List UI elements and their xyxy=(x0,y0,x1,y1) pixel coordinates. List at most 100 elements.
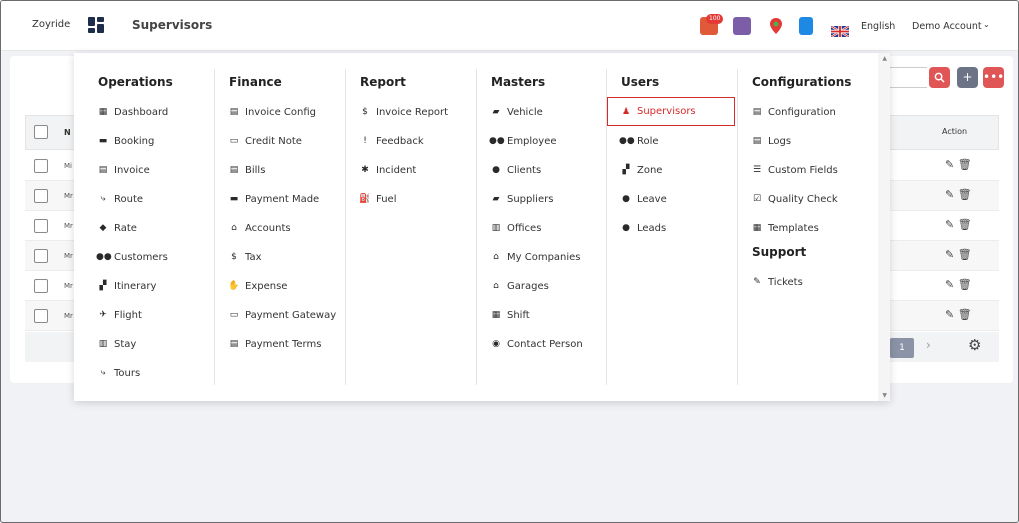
edit-delete-icons[interactable]: ✎ 🗑 xyxy=(945,308,972,321)
row-name-cell: Mr xyxy=(64,282,73,290)
menu-item-payment-made[interactable]: ▬ Payment Made xyxy=(227,188,319,210)
edit-delete-icons[interactable]: ✎ 🗑 xyxy=(945,278,972,291)
money-bag-icon: $ xyxy=(231,252,237,262)
menu-item-employee[interactable]: ●● Employee xyxy=(489,130,557,152)
map-icon: ▞ xyxy=(99,281,107,291)
menu-heading-operations: Operations xyxy=(98,75,173,89)
brand-name[interactable]: Zoyride xyxy=(32,19,70,30)
chevron-right-icon[interactable]: › xyxy=(926,338,931,352)
search-icon xyxy=(934,72,945,83)
map-icon: ▞ xyxy=(622,165,630,175)
menu-item-suppliers[interactable]: ▰ Suppliers xyxy=(489,188,554,210)
apps-grid-icon[interactable] xyxy=(88,17,104,33)
menu-item-rate[interactable]: ◆ Rate xyxy=(96,217,137,239)
menu-item-feedback[interactable]: ! Feedback xyxy=(358,130,423,152)
menu-item-logs[interactable]: ▤ Logs xyxy=(750,130,791,152)
menu-heading-masters: Masters xyxy=(491,75,546,89)
menu-item-my-companies[interactable]: ⌂ My Companies xyxy=(489,246,580,268)
menu-item-shift[interactable]: ▦ Shift xyxy=(489,304,530,326)
menu-item-leave[interactable]: ● Leave xyxy=(619,188,667,210)
menu-item-tickets[interactable]: ✎ Tickets xyxy=(750,271,803,293)
menu-item-zone[interactable]: ▞ Zone xyxy=(619,159,663,181)
menu-item-role[interactable]: ●● Role xyxy=(619,130,659,152)
more-options-button[interactable]: ••• xyxy=(983,67,1004,88)
menu-item-contact-person[interactable]: ◉ Contact Person xyxy=(489,333,583,355)
menu-item-invoice[interactable]: ▤ Invoice xyxy=(96,159,150,181)
menu-item-invoice-config[interactable]: ▤ Invoice Config xyxy=(227,101,316,123)
menu-item-itinerary[interactable]: ▞ Itinerary xyxy=(96,275,157,297)
row-checkbox[interactable] xyxy=(34,249,48,263)
menu-item-flight[interactable]: ✈ Flight xyxy=(96,304,142,326)
hand-coin-icon: ✋ xyxy=(228,281,240,291)
plane-icon: ✈ xyxy=(99,310,107,320)
menu-item-payment-gateway[interactable]: ▭ Payment Gateway xyxy=(227,304,336,326)
menu-item-customers[interactable]: ●● Customers xyxy=(96,246,168,268)
scroll-down-icon[interactable]: ▼ xyxy=(882,392,887,399)
menu-item-quality-check[interactable]: ☑ Quality Check xyxy=(750,188,838,210)
row-checkbox[interactable] xyxy=(34,159,48,173)
menu-item-leads[interactable]: ● Leads xyxy=(619,217,666,239)
menu-item-offices[interactable]: ▥ Offices xyxy=(489,217,542,239)
row-name-cell: Mr xyxy=(64,312,73,320)
menu-item-configuration[interactable]: ▤ Configuration xyxy=(750,101,836,123)
edit-delete-icons[interactable]: ✎ 🗑 xyxy=(945,188,972,201)
menu-column-operations: Operations ▦ Dashboard ▬ Booking ▤ Invoice … xyxy=(84,69,215,385)
menu-item-custom-fields[interactable]: ☰ Custom Fields xyxy=(750,159,838,181)
app-window: Zoyride Supervisors 100 English Demo Acc… xyxy=(0,0,1019,523)
menu-item-stay[interactable]: ▥ Stay xyxy=(96,333,137,355)
row-checkbox[interactable] xyxy=(34,279,48,293)
edit-delete-icons[interactable]: ✎ 🗑 xyxy=(945,158,972,171)
calendar-icon[interactable] xyxy=(733,17,751,35)
menu-item-route[interactable]: ⤷ Route xyxy=(96,188,143,210)
row-checkbox[interactable] xyxy=(34,219,48,233)
menu-scrollbar[interactable]: ▲ ▼ xyxy=(878,53,890,401)
edit-delete-icons[interactable]: ✎ 🗑 xyxy=(945,248,972,261)
menu-item-booking[interactable]: ▬ Booking xyxy=(96,130,155,152)
list-settings-icon: ☰ xyxy=(752,165,762,175)
select-all-checkbox[interactable] xyxy=(34,125,48,139)
menu-item-clients[interactable]: ● Clients xyxy=(489,159,541,181)
menu-item-payment-terms[interactable]: ▤ Payment Terms xyxy=(227,333,322,355)
language-selector[interactable]: English xyxy=(861,21,895,32)
menu-column-report: Report $ Invoice Report ! Feedback ✱ Incide… xyxy=(346,69,477,385)
menu-item-tours[interactable]: ⤷ Tours xyxy=(96,362,140,384)
garage-icon: ⌂ xyxy=(493,281,499,291)
add-button[interactable]: + xyxy=(957,67,978,88)
menu-item-tax[interactable]: $ Tax xyxy=(227,246,261,268)
credit-card-icon: ▭ xyxy=(229,136,239,146)
logs-icon: ▤ xyxy=(752,136,762,146)
search-input[interactable] xyxy=(889,67,927,88)
account-menu[interactable]: Demo Account xyxy=(912,21,982,32)
chevron-down-icon[interactable]: ⌄ xyxy=(983,20,990,29)
scroll-up-icon[interactable]: ▲ xyxy=(882,55,887,62)
card-icon: ▭ xyxy=(229,310,239,320)
edit-delete-icons[interactable]: ✎ 🗑 xyxy=(945,218,972,231)
menu-item-supervisors[interactable]: ♟ Supervisors xyxy=(607,97,735,126)
menu-item-vehicle[interactable]: ▰ Vehicle xyxy=(489,101,543,123)
menu-item-fuel[interactable]: ⛽ Fuel xyxy=(358,188,396,210)
gear-icon[interactable]: ⚙ xyxy=(968,336,981,354)
row-checkbox[interactable] xyxy=(34,189,48,203)
mega-menu: Operations ▦ Dashboard ▬ Booking ▤ Invoice … xyxy=(74,53,890,401)
menu-item-invoice-report[interactable]: $ Invoice Report xyxy=(358,101,448,123)
map-pin-icon[interactable] xyxy=(767,17,785,35)
users-icon: ●● xyxy=(619,136,635,146)
search-button[interactable] xyxy=(929,67,950,88)
invoice-icon: ▤ xyxy=(98,165,108,175)
book-icon[interactable] xyxy=(799,17,813,35)
menu-item-accounts[interactable]: ⌂ Accounts xyxy=(227,217,290,239)
menu-item-templates[interactable]: ▦ Templates xyxy=(750,217,819,239)
uk-flag-icon[interactable] xyxy=(830,22,850,38)
car-icon: ▰ xyxy=(492,107,500,117)
page-number-button[interactable]: 1 xyxy=(890,338,914,358)
menu-item-incident[interactable]: ✱ Incident xyxy=(358,159,416,181)
menu-item-expense[interactable]: ✋ Expense xyxy=(227,275,287,297)
top-header: Zoyride Supervisors 100 English Demo Acc… xyxy=(1,1,1018,51)
menu-item-credit-note[interactable]: ▭ Credit Note xyxy=(227,130,302,152)
menu-item-dashboard[interactable]: ▦ Dashboard xyxy=(96,101,169,123)
menu-heading-support: Support xyxy=(752,245,807,259)
menu-heading-users: Users xyxy=(621,75,660,89)
row-checkbox[interactable] xyxy=(34,309,48,323)
menu-item-bills[interactable]: ▤ Bills xyxy=(227,159,266,181)
menu-item-garages[interactable]: ⌂ Garages xyxy=(489,275,549,297)
